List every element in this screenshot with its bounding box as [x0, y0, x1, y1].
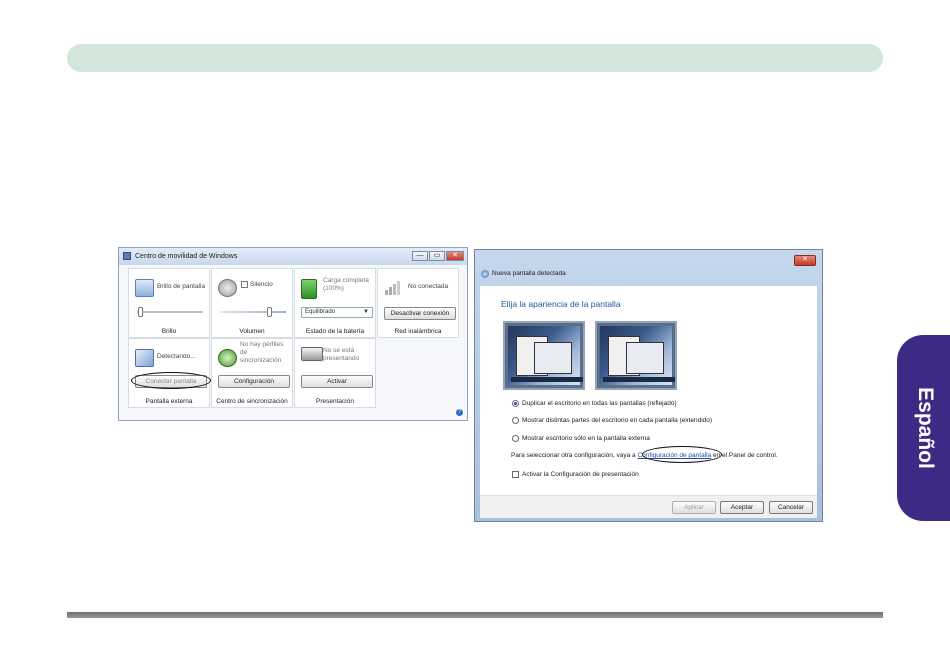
- sync-settings-button[interactable]: Configuración: [218, 375, 290, 388]
- mobility-center-window: Centro de movilidad de Windows — ▭ ✕ Bri…: [118, 247, 468, 421]
- monitor-preview-1: [503, 321, 585, 390]
- language-tab-label: Español: [914, 387, 937, 469]
- mute-label: Silencio: [250, 281, 273, 288]
- brightness-slider[interactable]: [137, 307, 203, 317]
- footer-rule: [67, 612, 883, 618]
- presentation-status: No se está presentando: [323, 347, 360, 362]
- window-title: Centro de movilidad de Windows: [135, 253, 238, 260]
- tile-red: No conectada Desactivar conexión Red ina…: [377, 268, 459, 338]
- projector-icon: [301, 347, 323, 361]
- dialog-heading: Elija la apariencia de la pantalla: [501, 299, 621, 309]
- dialog-close-button[interactable]: ✕: [794, 255, 816, 266]
- mute-checkbox[interactable]: [241, 281, 248, 288]
- brightness-label: Brillo de pantalla: [157, 283, 206, 290]
- brightness-icon: [135, 279, 154, 297]
- disable-wireless-button[interactable]: Desactivar conexión: [384, 307, 456, 320]
- tile-pantalla: Detectando... Conectar pantalla Pantalla…: [128, 338, 211, 408]
- monitor-preview-2: [595, 321, 677, 390]
- option-external-only-radio[interactable]: [512, 435, 519, 442]
- highlight-ellipse: [131, 372, 211, 389]
- close-button[interactable]: ✕: [446, 251, 464, 261]
- new-display-dialog: ✕ Nueva pantalla detectada Elija la apar…: [474, 249, 823, 522]
- option-external-only-label: Mostrar escritorio sólo en la pantalla e…: [522, 435, 650, 442]
- sync-status: No hay perfiles de sincronización: [240, 341, 284, 364]
- battery-footer: Estado de la batería: [305, 328, 365, 335]
- wireless-label: No conectada: [408, 283, 449, 290]
- tile-volumen: Silencio Volumen: [211, 268, 293, 338]
- dialog-body: Elija la apariencia de la pantalla Dupli…: [480, 286, 817, 495]
- page-header-bar: [67, 44, 883, 72]
- sync-icon: [218, 349, 237, 367]
- display-footer: Pantalla externa: [145, 398, 193, 405]
- help-icon[interactable]: ?: [456, 409, 463, 416]
- volume-slider[interactable]: [220, 307, 286, 317]
- display-status: Detectando...: [157, 353, 196, 360]
- sync-footer: Centro de sincronización: [216, 398, 288, 405]
- highlight-ellipse: [642, 446, 722, 463]
- volume-slider-thumb[interactable]: [267, 307, 272, 317]
- volume-footer: Volumen: [239, 328, 265, 335]
- apply-button[interactable]: Aplicar: [672, 501, 716, 514]
- battery-label: Carga completa (100%): [323, 277, 369, 292]
- tile-brillo: Brillo de pantalla Brillo: [128, 268, 210, 338]
- mobility-app-icon: [123, 252, 131, 260]
- activate-presentation-button[interactable]: Activar: [301, 375, 373, 388]
- signal-bars-icon: [384, 279, 401, 295]
- speaker-icon: [218, 279, 237, 297]
- brightness-slider-thumb[interactable]: [138, 307, 143, 317]
- power-plan-value: Equilibrado: [305, 309, 336, 315]
- cancel-button[interactable]: Cancelar: [769, 501, 813, 514]
- language-tab: Español: [897, 335, 950, 521]
- battery-icon: [301, 279, 317, 299]
- option-extend-radio[interactable]: [512, 417, 519, 424]
- option-duplicate-radio[interactable]: [512, 400, 519, 407]
- presentation-settings-checkbox[interactable]: [512, 471, 519, 478]
- dialog-footer: Aplicar Aceptar Cancelar: [480, 495, 817, 518]
- ok-button[interactable]: Aceptar: [720, 501, 764, 514]
- brightness-footer: Brillo: [161, 328, 177, 335]
- title-bar: Centro de movilidad de Windows — ▭ ✕: [119, 248, 467, 265]
- option-extend-label: Mostrar distintas partes del escritorio …: [522, 417, 713, 424]
- maximize-button[interactable]: ▭: [429, 251, 445, 261]
- minimize-button[interactable]: —: [412, 251, 428, 261]
- presentation-settings-label: Activar la Configuración de presentación: [522, 471, 639, 478]
- power-plan-select[interactable]: Equilibrado ▼: [301, 307, 373, 318]
- display-icon: [135, 349, 154, 367]
- wireless-footer: Red inalámbrica: [394, 328, 442, 335]
- tile-presentacion: No se está presentando Activar Presentac…: [294, 338, 376, 408]
- tile-bateria: Carga completa (100%) Equilibrado ▼ Esta…: [294, 268, 376, 338]
- config-hint-pre: Para seleccionar otra configuración, vay…: [511, 452, 638, 459]
- dialog-title-text: Nueva pantalla detectada: [492, 270, 566, 277]
- option-duplicate-label: Duplicar el escritorio en todas las pant…: [522, 400, 677, 407]
- display-dialog-icon: [481, 270, 489, 278]
- tile-sync: No hay perfiles de sincronización Config…: [211, 338, 293, 408]
- presentation-footer: Presentación: [316, 398, 354, 405]
- chevron-down-icon: ▼: [363, 309, 369, 315]
